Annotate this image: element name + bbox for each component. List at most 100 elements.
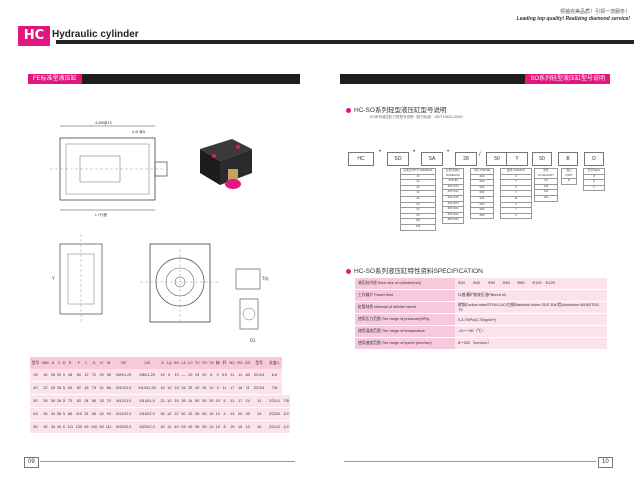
spec-row: 使用压力范围 The range of pressure(MPa) 0.3-7MP…	[355, 313, 607, 326]
dimension-cell: M8X1.25	[134, 369, 160, 382]
legend-table-address: 标准缸径代号 ADDRESS 16 20 25 32 40 50 63 80 100 125	[400, 168, 436, 231]
dimension-cell: 12	[165, 420, 173, 434]
dimension-cell: 6.6	[266, 369, 283, 382]
dimension-cell: 24	[244, 394, 252, 408]
legend-table-stroke: 行程 STROKE Φ16 Φ20 Φ25 Φ32 Φ40 Φ50 Φ63 Φ80	[470, 168, 494, 220]
cylinder-product-photo	[200, 139, 252, 189]
dimension-header-cell: 型号	[30, 357, 41, 369]
dimension-cell: 17	[228, 381, 237, 395]
dimension-cell: 86	[66, 407, 75, 421]
dimension-cell: ZG3/8	[266, 407, 283, 421]
bullet-icon	[346, 107, 351, 113]
dimension-cell: 24	[186, 394, 194, 408]
dimension-header-cell: F	[74, 357, 84, 369]
dimension-cell: M10X1.5	[112, 381, 135, 395]
model-separator: •	[447, 149, 450, 155]
dimension-table-header: 型号 MM A C D E F L G H M NF LM S LQ KK LA LC TV TH TZ 轴杆 NC RC ZG…	[30, 357, 290, 369]
dimension-cell: 11	[244, 381, 252, 395]
dimension-header-cell: TH	[200, 357, 209, 369]
dimension-cell: 40	[193, 381, 201, 395]
dimension-cell: ZG1/4	[266, 420, 283, 434]
view-label: T向	[261, 275, 268, 281]
dimension-cell: M14X2.0	[112, 407, 135, 421]
dimension-cell: 45	[200, 394, 209, 408]
dimension-cell: 24	[193, 369, 201, 382]
dimension-cell: 12	[165, 407, 173, 421]
dimension-cell: 13	[208, 420, 215, 434]
dimension-cell: M8X1.25	[112, 369, 135, 382]
spec-value: 8～300（mm/sec）	[455, 337, 607, 350]
dimension-table: 型号 MM A C D E F L G H M NF LM S LQ KK LA LC TV TH TZ 轴杆 NC RC ZG…	[30, 357, 290, 434]
table-row: 63 35 34 38 5 86 110 31 96 44 93 M14X2.0 M16X2.0 30 12…	[30, 407, 290, 421]
dimension-cell: 16	[251, 420, 267, 434]
dimension-cell: 28	[40, 394, 50, 408]
dimension-cell: 55	[200, 420, 209, 434]
dimension-cell: 30	[208, 394, 215, 408]
model-separator: •	[379, 149, 382, 155]
dimension-cell: 48	[66, 369, 75, 382]
dimension-cell: 72	[89, 369, 99, 382]
dimension-cell: 6	[165, 369, 173, 382]
dimension-cell: —	[180, 369, 187, 382]
legend-table-seal: 密封 SEAL DNF	[583, 168, 605, 192]
legend-table-accessory: 附件 ACCESSORY 50 100 150 200	[534, 167, 558, 202]
table-row: 80 45 34 40 6 111 135 49 100 59 111 M16X2.0 M20X2.0 4…	[30, 420, 290, 434]
dimension-cell: 22	[40, 381, 50, 395]
dimension-header-cell: LA	[180, 357, 187, 369]
dimension-cell: 13	[172, 369, 181, 382]
dimension-cell: 1/2	[282, 420, 290, 434]
dimension-header-cell: LC	[186, 357, 194, 369]
dimension-cell: 66	[104, 381, 113, 395]
length-dim-label: L+行程	[95, 212, 107, 217]
model-subheading: SO系列液压缸订货型号说明（执行标准：GB/T15622-2005）	[370, 115, 465, 119]
dimension-cell: 30	[244, 407, 252, 421]
dimension-cell: 11	[236, 369, 245, 382]
dimension-cell: ZG1/4	[251, 381, 267, 395]
spec-value: 以普通矿物液压油Filtered oil	[455, 289, 607, 302]
side-label-y: Y	[51, 276, 55, 281]
dimension-cell: 65	[193, 420, 201, 434]
dimension-cell: 18	[236, 381, 245, 395]
dimension-cell: ZG1/4	[266, 394, 283, 408]
model-box-stroke: 50	[532, 152, 552, 166]
dimension-cell: 100	[89, 420, 99, 434]
dimension-header-cell: 长度/L	[266, 357, 283, 369]
dimension-cell: 63	[180, 420, 187, 434]
dimension-cell: 11	[220, 381, 229, 395]
model-box-option: Y	[506, 152, 528, 166]
dimension-cell: M14X1.5	[134, 394, 160, 408]
dimension-cell: A5	[244, 369, 252, 382]
model-heading-text: HC-SO系列轻型液压缸型号说明	[354, 107, 447, 114]
dimension-cell: 7/8	[266, 381, 283, 395]
cylinder-side-drawing: L+行程 4-M6深15 A-B 深D	[50, 120, 168, 217]
legend-table-cushion: 缓冲 CUSHION STUVWXYZ	[500, 168, 532, 220]
dimension-cell: 10	[165, 381, 173, 395]
table-row: 40 22 28 28 5 63 82 18 73 31 66 M10X1.5 M10X1.25 18 10…	[30, 381, 290, 395]
model-box-seal: D	[584, 152, 604, 166]
dimension-cell: 110	[74, 407, 84, 421]
spec-value: 碳钢Carbon steelSTKM-13C/白钢Stainless tubes…	[455, 301, 607, 314]
dimension-cell: M10X1.25	[134, 381, 160, 395]
dimension-header-cell: TZ	[208, 357, 215, 369]
dimension-header-cell: 杆	[220, 357, 229, 369]
table-row: 50 28 34 28 5 73 92 24 86 33 70 M12X1.5 M14X1.5 22 10 1…	[30, 394, 290, 408]
dimension-cell: 34	[180, 381, 187, 395]
brand-logo: HC	[18, 26, 50, 46]
dimension-cell: 35	[180, 394, 187, 408]
dimension-header-cell: NC	[228, 357, 237, 369]
dimension-cell: 50	[30, 394, 41, 408]
dimension-cell: 6.5	[220, 369, 229, 382]
dimension-header-cell: TV	[193, 357, 201, 369]
page-number-right: 10	[598, 457, 613, 468]
dimension-cell: 45	[40, 420, 50, 434]
dimension-cell: 5	[220, 407, 229, 421]
spec-value: -10～+80（℃）	[455, 325, 607, 338]
dimension-header-cell: M	[104, 357, 113, 369]
dimension-header-cell: MM	[40, 357, 50, 369]
legend-table-port: 油口 PORT B	[561, 167, 577, 185]
dimension-cell: 50	[180, 407, 187, 421]
dimension-cell: 63	[66, 381, 75, 395]
right-section-label: SO系列轻型液压缸型号说明	[525, 74, 610, 84]
side-label-d1: D1	[250, 338, 256, 343]
table-row: 06 16 28 20 0 48 60 12 72 29 98 M8X1.25 M8X1.25 15 6 13…	[30, 369, 290, 382]
